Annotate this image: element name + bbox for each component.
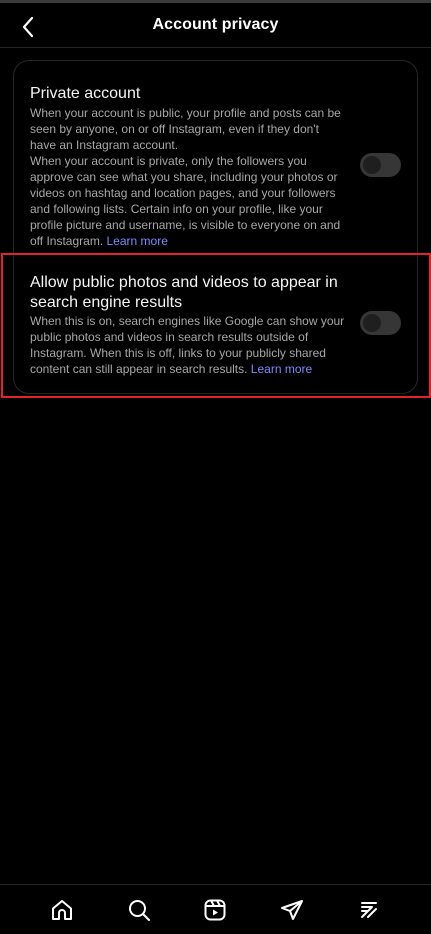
nav-activity[interactable] bbox=[354, 895, 384, 925]
nav-direct[interactable] bbox=[277, 895, 307, 925]
private-account-setting: Private account When your account is pub… bbox=[14, 61, 417, 251]
private-account-desc-public: When your account is public, your profil… bbox=[30, 106, 341, 152]
toggle-knob bbox=[363, 156, 381, 174]
nav-search[interactable] bbox=[124, 895, 154, 925]
toggle-knob bbox=[363, 314, 381, 332]
nav-reels[interactable] bbox=[200, 895, 230, 925]
search-engine-setting: Allow public photos and videos to appear… bbox=[14, 253, 417, 395]
account-privacy-screen: Account privacy Private account When you… bbox=[0, 0, 431, 934]
private-account-title: Private account bbox=[30, 85, 141, 102]
activity-icon bbox=[357, 898, 381, 922]
nav-home[interactable] bbox=[47, 895, 77, 925]
top-bar: Account privacy bbox=[0, 0, 431, 48]
page-title: Account privacy bbox=[152, 16, 279, 33]
search-icon bbox=[127, 898, 151, 922]
private-account-toggle[interactable] bbox=[360, 153, 401, 177]
private-account-description: When your account is public, your profil… bbox=[30, 105, 348, 249]
direct-messages-icon bbox=[280, 898, 304, 922]
home-icon bbox=[50, 898, 74, 922]
search-engine-toggle[interactable] bbox=[360, 311, 401, 335]
search-engine-learn-more-link[interactable]: Learn more bbox=[251, 362, 312, 376]
privacy-settings-card: Private account When your account is pub… bbox=[13, 60, 418, 394]
bottom-navigation bbox=[0, 884, 431, 934]
reels-icon bbox=[203, 898, 227, 922]
private-account-learn-more-link[interactable]: Learn more bbox=[107, 234, 168, 248]
private-account-desc-private: When your account is private, only the f… bbox=[30, 154, 341, 248]
search-engine-title: Allow public photos and videos to appear… bbox=[30, 274, 338, 311]
search-engine-description: When this is on, search engines like Goo… bbox=[30, 313, 348, 377]
